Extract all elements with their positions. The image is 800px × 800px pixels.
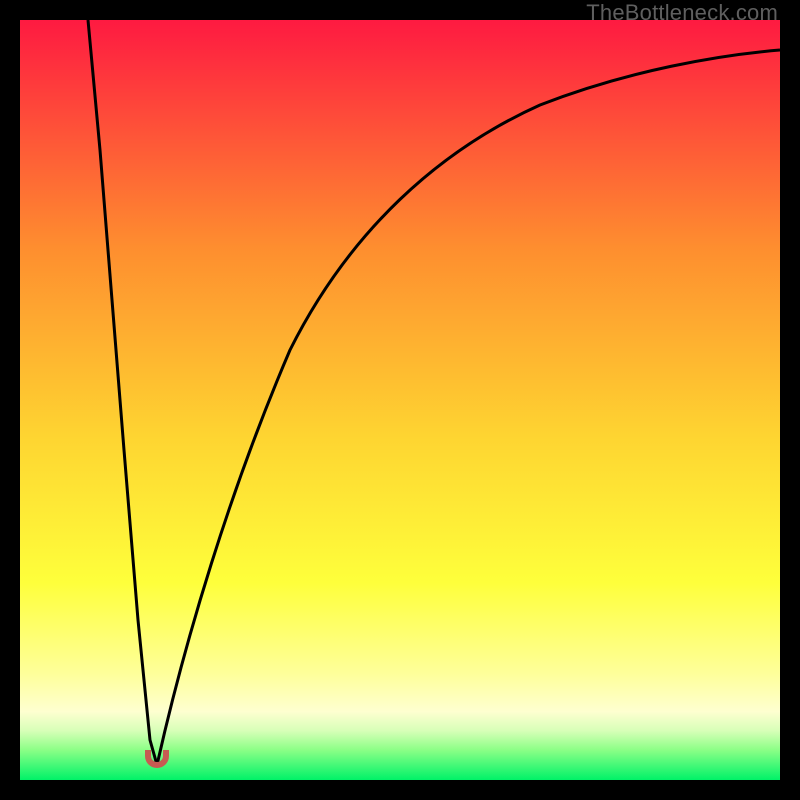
bottleneck-curve	[20, 20, 780, 780]
watermark-text: TheBottleneck.com	[586, 0, 778, 26]
chart-frame: TheBottleneck.com	[0, 0, 800, 800]
plot-area	[20, 20, 780, 780]
